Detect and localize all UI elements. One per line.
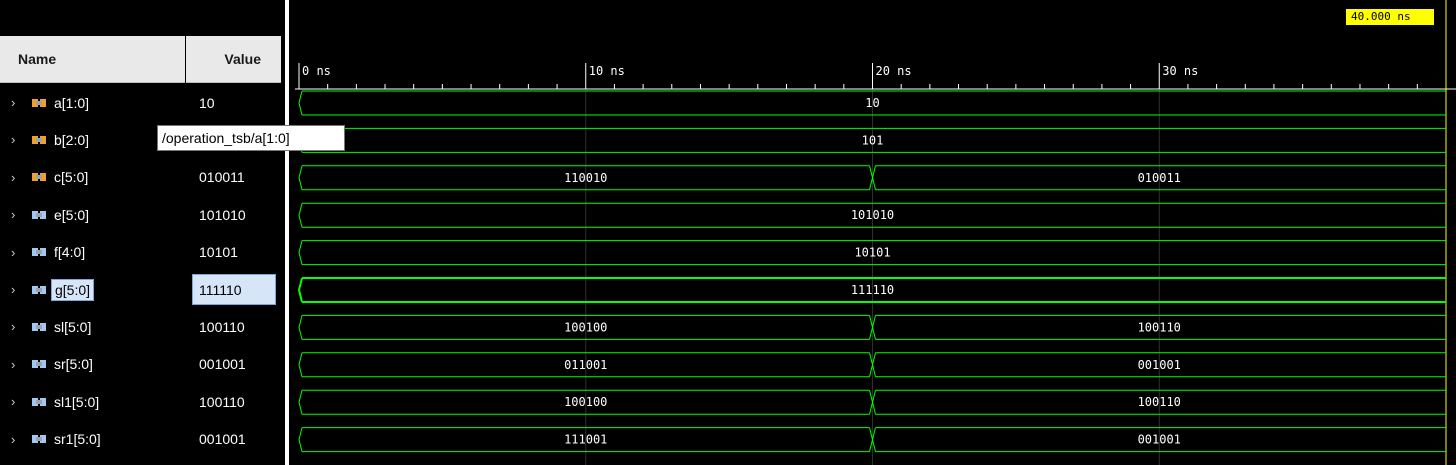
bus-value-label: 100110 xyxy=(1138,320,1181,334)
signal-name[interactable]: sr[5:0] xyxy=(51,354,96,374)
output-bus-icon xyxy=(32,248,46,257)
signal-name[interactable]: e[5:0] xyxy=(51,205,92,225)
bus-value-label: 111110 xyxy=(851,283,894,297)
name-header-label: Name xyxy=(18,51,57,67)
bus-value-label: 100100 xyxy=(564,395,607,409)
expand-chevron-icon[interactable]: › xyxy=(11,282,23,297)
bus-value-label: 101 xyxy=(862,133,884,147)
signal-row-sl1[interactable]: › sl1[5:0] xyxy=(0,383,185,420)
value-column-header[interactable]: Value xyxy=(186,36,281,83)
input-bus-icon xyxy=(32,135,46,144)
signal-row-g[interactable]: › g[5:0] xyxy=(0,271,185,308)
bus-value-label: 011001 xyxy=(564,358,607,372)
bus-value-label: 001001 xyxy=(1138,433,1181,447)
bus-value-label: 10101 xyxy=(854,246,890,260)
signal-row-sr1[interactable]: › sr1[5:0] xyxy=(0,421,185,458)
signal-value[interactable]: 100110 xyxy=(186,383,278,420)
time-axis-label: 30 ns xyxy=(1162,64,1198,78)
signal-value[interactable]: 100110 xyxy=(186,308,278,345)
bus-value-label: 101010 xyxy=(851,208,894,222)
cursor-time-label[interactable]: 40.000 ns xyxy=(1346,9,1434,25)
signal-name[interactable]: c[5:0] xyxy=(51,167,91,187)
output-bus-icon xyxy=(32,435,46,444)
bus-value-label: 010011 xyxy=(1138,171,1181,185)
output-bus-icon xyxy=(32,285,46,294)
bus-value-label: 111001 xyxy=(564,433,607,447)
signal-name[interactable]: f[4:0] xyxy=(51,242,88,262)
signal-name[interactable]: sl[5:0] xyxy=(51,317,94,337)
expand-chevron-icon[interactable]: › xyxy=(11,132,23,147)
bus-value-label: 100100 xyxy=(564,320,607,334)
signal-name[interactable]: sr1[5:0] xyxy=(51,429,104,449)
signal-row-f[interactable]: › f[4:0] xyxy=(0,234,185,271)
signal-row-sr[interactable]: › sr[5:0] xyxy=(0,346,185,383)
bus-value-label: 110010 xyxy=(564,171,607,185)
output-bus-icon xyxy=(32,210,46,219)
signal-row-c[interactable]: › c[5:0] xyxy=(0,159,185,196)
signal-name[interactable]: a[1:0] xyxy=(51,93,92,113)
bus-value-label: 001001 xyxy=(1138,358,1181,372)
signal-row-a[interactable]: › a[1:0] xyxy=(0,84,185,121)
value-header-label: Value xyxy=(224,51,261,67)
signal-value[interactable]: 10101 xyxy=(186,234,278,271)
expand-chevron-icon[interactable]: › xyxy=(11,432,23,447)
signal-row-sl[interactable]: › sl[5:0] xyxy=(0,308,185,345)
expand-chevron-icon[interactable]: › xyxy=(11,319,23,334)
signal-name[interactable]: b[2:0] xyxy=(51,130,92,150)
expand-chevron-icon[interactable]: › xyxy=(11,357,23,372)
expand-chevron-icon[interactable]: › xyxy=(11,170,23,185)
signal-path-tooltip: /operation_tsb/a[1:0] xyxy=(157,125,345,151)
time-axis-label: 10 ns xyxy=(589,64,625,78)
input-bus-icon xyxy=(32,98,46,107)
signal-name[interactable]: sl1[5:0] xyxy=(51,392,102,412)
output-bus-icon xyxy=(32,322,46,331)
signal-value[interactable]: 001001 xyxy=(186,346,278,383)
signal-value[interactable]: 010011 xyxy=(186,159,278,196)
signal-value[interactable]: 001001 xyxy=(186,421,278,458)
signal-value[interactable]: 111110 xyxy=(192,274,276,305)
bus-value-label: 100110 xyxy=(1138,395,1181,409)
signal-value[interactable]: 101010 xyxy=(186,196,278,233)
output-bus-icon xyxy=(32,397,46,406)
signal-value[interactable]: 10 xyxy=(186,84,278,121)
signal-name[interactable]: g[5:0] xyxy=(51,278,95,301)
output-bus-icon xyxy=(32,360,46,369)
expand-chevron-icon[interactable]: › xyxy=(11,207,23,222)
expand-chevron-icon[interactable]: › xyxy=(11,245,23,260)
time-axis-label: 0 ns xyxy=(302,64,331,78)
bus-value-label: 10 xyxy=(865,96,879,110)
waveform-canvas[interactable]: 0 ns 10 ns 20 ns 30 ns10101110010 0100111010… xyxy=(295,0,1456,465)
signal-row-e[interactable]: › e[5:0] xyxy=(0,196,185,233)
expand-chevron-icon[interactable]: › xyxy=(11,394,23,409)
name-column-header[interactable]: Name xyxy=(0,36,185,83)
time-axis-label: 20 ns xyxy=(876,64,912,78)
input-bus-icon xyxy=(32,173,46,182)
expand-chevron-icon[interactable]: › xyxy=(11,95,23,110)
